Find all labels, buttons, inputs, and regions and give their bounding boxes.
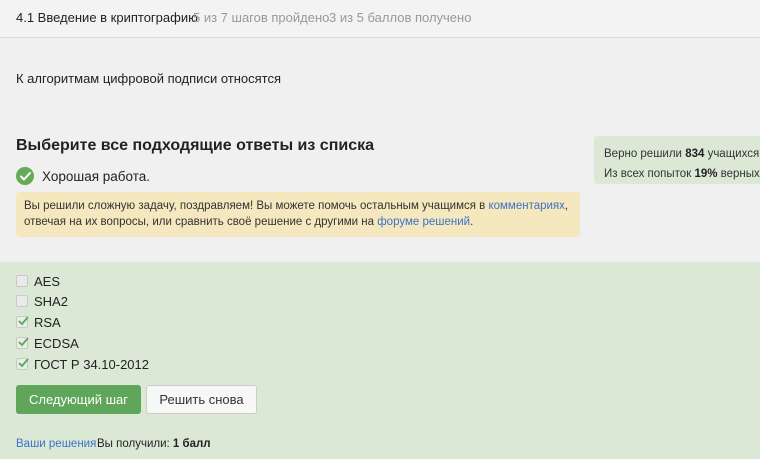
solved-count: 834 [685, 148, 705, 160]
option-label: SHA2 [34, 293, 68, 309]
option-gost[interactable]: ГОСТ Р 34.10-2012 [16, 355, 149, 373]
instruction-title: Выберите все подходящие ответы из списка [16, 137, 374, 154]
success-check-icon [16, 167, 34, 185]
option-label: RSA [34, 314, 61, 330]
checkbox-checked[interactable] [16, 358, 29, 370]
success-message: Хорошая работа. [16, 166, 150, 186]
notice-text-1: Вы решили сложную задачу, поздравляем! В… [24, 200, 489, 212]
question-text: К алгоритмам цифровой подписи относятся [16, 71, 282, 86]
next-step-button[interactable]: Следующий шаг [16, 385, 141, 414]
notice-text-3: . [470, 216, 474, 228]
checkmark-icon [18, 337, 29, 347]
success-text: Хорошая работа. [42, 168, 151, 184]
score-text: Вы получили: 1 балл [97, 438, 211, 450]
lesson-title[interactable]: 4.1 Введение в криптографию [16, 10, 198, 25]
steps-progress: 5 из 7 шагов пройдено [193, 10, 330, 25]
comments-link[interactable]: комментариях [488, 200, 564, 212]
checkbox[interactable] [16, 295, 28, 307]
score-value: 1 балл [172, 438, 211, 450]
option-label: AES [34, 273, 61, 289]
points-progress: 3 из 5 баллов получено [329, 10, 472, 25]
checkbox-checked[interactable] [16, 337, 29, 349]
option-aes[interactable]: AES [16, 272, 60, 290]
checkmark-icon [18, 316, 29, 326]
option-ecdsa[interactable]: ECDSA [16, 334, 79, 352]
solved-stat: Верно решили 834 учащихся [604, 148, 760, 160]
option-label: ГОСТ Р 34.10-2012 [34, 356, 149, 372]
forum-link[interactable]: форуме решений [377, 216, 470, 228]
your-solutions-link[interactable]: Ваши решения [16, 438, 96, 450]
solve-again-button[interactable]: Решить снова [146, 385, 257, 414]
option-label: ECDSA [34, 335, 79, 351]
checkbox[interactable] [16, 275, 28, 287]
checkmark-icon [18, 358, 29, 368]
congrats-notice: Вы решили сложную задачу, поздравляем! В… [16, 192, 580, 237]
checkbox-checked[interactable] [16, 316, 29, 328]
attempts-stat: Из всех попыток 19% верных [604, 168, 760, 180]
option-sha2[interactable]: SHA2 [16, 292, 68, 310]
attempts-percent: 19% [694, 168, 718, 180]
stats-panel: Верно решили 834 учащихся Из всех попыто… [594, 136, 760, 184]
option-rsa[interactable]: RSA [16, 313, 61, 331]
top-bar: 4.1 Введение в криптографию 5 из 7 шагов… [0, 0, 760, 38]
